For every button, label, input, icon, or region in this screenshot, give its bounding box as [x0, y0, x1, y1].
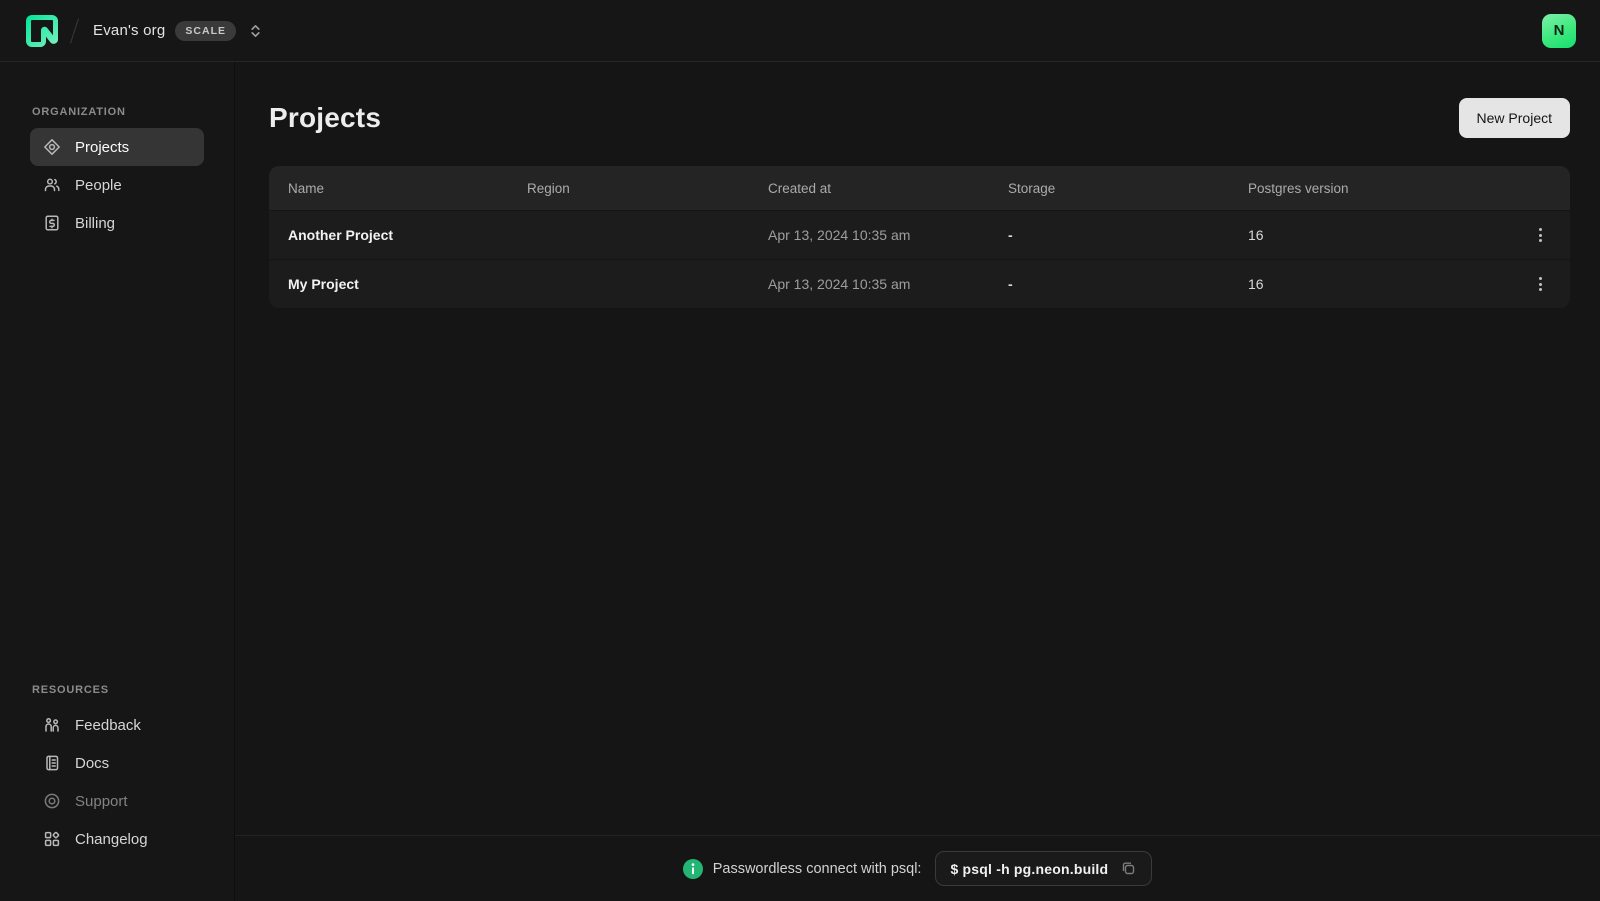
sidebar-item-label: Docs — [75, 755, 109, 772]
sidebar-item-label: Changelog — [75, 831, 148, 848]
organization-section-label: ORGANIZATION — [32, 106, 204, 118]
sidebar-item-support[interactable]: Support — [30, 782, 204, 820]
projects-icon — [43, 138, 61, 156]
column-header-name: Name — [288, 181, 527, 196]
table-header-row: Name Region Created at Storage Postgres … — [269, 166, 1570, 210]
org-switcher-chevron-icon[interactable] — [248, 23, 263, 39]
project-created-at: Apr 13, 2024 10:35 am — [768, 227, 1008, 243]
project-name[interactable]: Another Project — [288, 227, 527, 243]
sidebar-item-docs[interactable]: Docs — [30, 744, 204, 782]
row-actions-kebab-icon[interactable] — [1526, 270, 1554, 298]
sidebar-item-projects[interactable]: Projects — [30, 128, 204, 166]
main-header: Projects New Project — [235, 62, 1600, 138]
support-icon — [43, 792, 61, 810]
feedback-icon — [43, 716, 61, 734]
billing-icon — [43, 214, 61, 232]
new-project-button[interactable]: New Project — [1459, 98, 1570, 138]
sidebar-item-label: Support — [75, 793, 128, 810]
project-postgres-version: 16 — [1248, 227, 1526, 243]
resources-section-label: RESOURCES — [32, 684, 204, 696]
breadcrumb-slash — [70, 18, 79, 43]
page-title: Projects — [269, 98, 381, 138]
neon-logo-icon[interactable] — [26, 15, 58, 47]
table-row[interactable]: My Project Apr 13, 2024 10:35 am - 16 — [269, 259, 1570, 308]
column-header-postgres-version: Postgres version — [1248, 181, 1526, 196]
column-header-storage: Storage — [1008, 181, 1248, 196]
sidebar-item-label: Billing — [75, 215, 115, 232]
docs-icon — [43, 754, 61, 772]
sidebar-item-billing[interactable]: Billing — [30, 204, 204, 242]
sidebar: ORGANIZATION Projects People Billing RES… — [0, 62, 235, 901]
psql-hint-text: Passwordless connect with psql: — [713, 861, 922, 877]
sidebar-item-label: Projects — [75, 139, 129, 156]
changelog-icon — [43, 830, 61, 848]
project-name[interactable]: My Project — [288, 276, 527, 292]
plan-badge: SCALE — [175, 21, 236, 41]
psql-command: $ psql -h pg.neon.build — [950, 861, 1108, 877]
sidebar-item-changelog[interactable]: Changelog — [30, 820, 204, 858]
project-postgres-version: 16 — [1248, 276, 1526, 292]
sidebar-item-feedback[interactable]: Feedback — [30, 706, 204, 744]
column-header-region: Region — [527, 181, 768, 196]
resources-section: RESOURCES Feedback Docs Support Changelo… — [30, 684, 204, 858]
sidebar-item-label: People — [75, 177, 122, 194]
project-storage: - — [1008, 276, 1248, 292]
main-content: Projects New Project Name Region Created… — [235, 62, 1600, 901]
org-name[interactable]: Evan's org — [93, 22, 165, 39]
psql-command-box[interactable]: $ psql -h pg.neon.build — [935, 851, 1152, 886]
column-header-created-at: Created at — [768, 181, 1008, 196]
copy-icon[interactable] — [1120, 860, 1137, 877]
project-storage: - — [1008, 227, 1248, 243]
topbar: Evan's org SCALE N — [0, 0, 1600, 62]
user-avatar[interactable]: N — [1542, 14, 1576, 48]
project-created-at: Apr 13, 2024 10:35 am — [768, 276, 1008, 292]
row-actions-kebab-icon[interactable] — [1526, 221, 1554, 249]
sidebar-item-people[interactable]: People — [30, 166, 204, 204]
projects-table: Name Region Created at Storage Postgres … — [269, 166, 1570, 308]
sidebar-item-label: Feedback — [75, 717, 141, 734]
people-icon — [43, 176, 61, 194]
psql-footer: Passwordless connect with psql: $ psql -… — [235, 835, 1600, 901]
info-icon — [683, 859, 703, 879]
table-row[interactable]: Another Project Apr 13, 2024 10:35 am - … — [269, 210, 1570, 259]
